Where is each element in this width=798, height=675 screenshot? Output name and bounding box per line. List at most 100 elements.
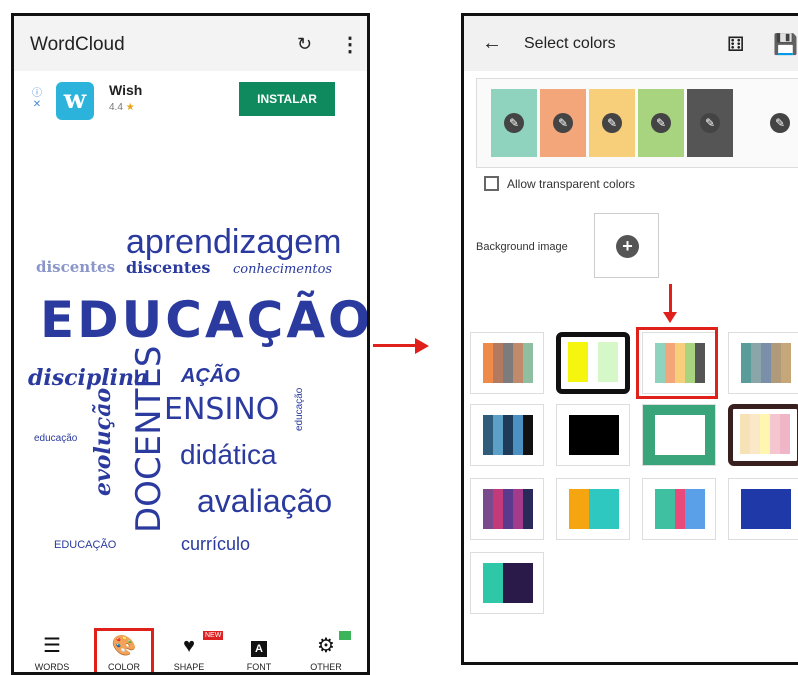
cloud-word: DOCENTES [129,345,169,533]
app-bar: ← Select colors ⚅ 💾 [464,16,798,71]
palette-option[interactable] [556,332,630,394]
palette-option[interactable] [470,332,544,394]
palette-option[interactable] [728,332,798,394]
palette-color-strip [741,489,791,529]
wordcloud-main-screen: WordCloud ↻ ⋮ ⓘ ✕ w Wish 4.4 ★ INSTALAR a… [11,13,370,675]
wish-logo: w [56,82,94,120]
palette-color-strip [579,489,589,529]
palette-color-strip [483,563,493,603]
palette-option[interactable] [642,478,716,540]
palette-color-strip [513,415,523,455]
cloud-word: EDUCAÇÃO [40,291,370,349]
palette-color-strip [655,489,665,529]
palette-color-strip [750,414,760,454]
install-button[interactable]: INSTALAR [239,82,335,116]
edit-icon[interactable]: ✎ [651,113,671,133]
word-cloud: aprendizagem discentes discentes conheci… [14,141,367,621]
highlight-box [636,327,718,399]
color-swatch[interactable]: ✎ [491,89,537,157]
back-arrow-icon[interactable]: ← [482,32,502,55]
palette-color-strip [483,489,493,529]
pointer-arrow [669,284,672,314]
screen-title: Select colors [524,35,616,52]
edit-icon[interactable]: ✎ [700,113,720,133]
palette-color-strip [493,343,503,383]
palette-preview [655,489,705,529]
cloud-word: avaliação [197,483,333,519]
edit-icon[interactable]: ✎ [602,113,622,133]
nav-label: FONT [246,662,272,672]
palette-preview [483,343,533,383]
edit-icon[interactable]: ✎ [770,113,790,133]
cloud-word: AÇÃO [181,365,240,387]
nav-label: OTHER [310,662,342,672]
palette-color-strip [751,343,761,383]
palette-color-strip [503,489,513,529]
palette-color-strip [770,414,780,454]
palette-option[interactable] [470,478,544,540]
cloud-word: discentes [126,258,211,277]
palette-option[interactable] [728,478,798,540]
palette-color-strip [483,343,493,383]
save-icon[interactable]: 💾 [773,32,798,57]
palette-color-strip [568,342,578,382]
palette-color-strip [609,489,619,529]
badge-icon [339,631,351,640]
palette-color-strip [493,415,503,455]
palette-color-strip [655,415,705,455]
transition-arrow-head [415,338,429,354]
palette-color-strip [741,343,751,383]
allow-transparent-checkbox[interactable] [484,176,499,191]
nav-label: WORDS [34,662,70,672]
palette-option[interactable] [556,478,630,540]
palette-color-strip [569,415,619,455]
color-swatch[interactable]: ✎ [687,89,733,157]
color-swatch[interactable]: ✎ [540,89,586,157]
palette-color-strip [781,343,791,383]
cloud-word: discentes [36,258,116,276]
dice-icon[interactable]: ⚅ [727,32,744,57]
palette-preview [568,342,618,382]
edit-icon[interactable]: ✎ [504,113,524,133]
palette-option[interactable] [728,404,798,466]
palette-color-strip [589,489,599,529]
palette-color-strip [513,563,523,603]
palette-color-strip [523,489,533,529]
palette-color-strip [513,489,523,529]
selected-colors-strip: ✎ ✎ ✎ ✎ ✎ ✎ [476,78,798,168]
palette-color-strip [493,489,503,529]
tutorial-composite: WordCloud ↻ ⋮ ⓘ ✕ w Wish 4.4 ★ INSTALAR a… [0,0,798,675]
palette-color-strip [503,563,513,603]
edit-icon[interactable]: ✎ [553,113,573,133]
nav-font[interactable]: A FONT [229,634,289,672]
ad-info-icon[interactable]: ⓘ ✕ [32,88,42,110]
color-swatch[interactable]: ✎ [589,89,635,157]
ad-rating-value: 4.4 [109,102,123,113]
nav-words[interactable]: ☰ WORDS [22,634,82,672]
palette-preview [655,415,705,455]
star-icon: ★ [125,102,135,113]
cloud-word: didática [180,439,277,470]
palette-color-strip [599,489,609,529]
font-icon: A [229,634,289,658]
color-swatch[interactable]: ✎ [638,89,684,157]
palette-preview [483,415,533,455]
palette-preview [741,343,791,383]
palette-option[interactable] [556,404,630,466]
more-options-icon[interactable]: ⋮ [340,32,360,57]
palette-option[interactable] [642,404,716,466]
palette-color-strip [513,343,523,383]
palette-option[interactable] [470,552,544,614]
palette-color-strip [523,563,533,603]
bottom-navigation: ☰ WORDS 🎨 COLOR ♥ SHAPE NEW A FONT ⚙ OTH… [14,626,367,672]
palette-preview [741,489,791,529]
palette-color-strip [760,414,770,454]
palette-option[interactable] [470,404,544,466]
select-colors-screen: ← Select colors ⚅ 💾 ✎ ✎ ✎ ✎ ✎ ✎ Allow tr… [461,13,798,665]
cloud-word: educação [34,433,78,444]
add-icon: + [616,235,639,258]
app-title: WordCloud [30,34,125,55]
refresh-icon[interactable]: ↻ [297,34,312,55]
background-image-picker[interactable]: + [594,213,659,278]
palette-color-strip [780,414,790,454]
